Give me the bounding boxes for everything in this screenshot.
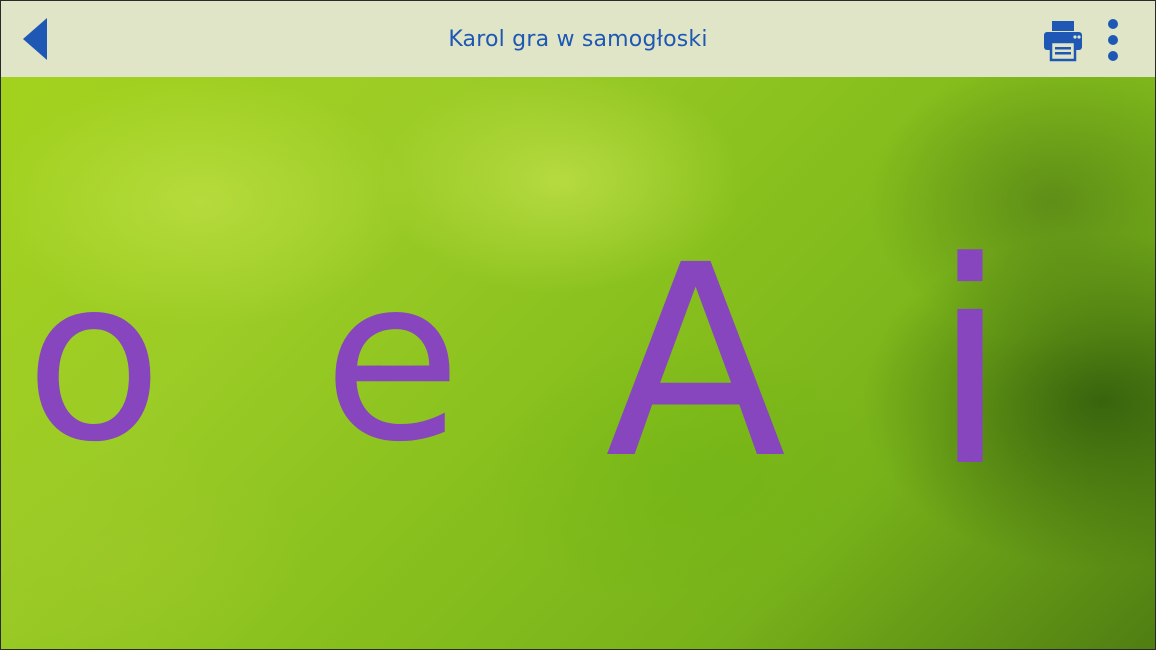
back-button[interactable] (15, 15, 55, 63)
letter-A[interactable]: A (605, 231, 786, 496)
page-title: Karol gra w samogłoski (448, 26, 708, 52)
more-options-button[interactable] (1097, 15, 1129, 65)
letter-o[interactable]: o (25, 249, 163, 474)
print-button[interactable] (1037, 15, 1089, 65)
back-arrow-icon (23, 18, 47, 60)
overflow-menu-icon (1108, 19, 1118, 61)
app-bar: Karol gra w samogłoski (1, 1, 1155, 77)
printer-icon (1044, 21, 1082, 62)
letter-e[interactable]: e (323, 249, 461, 474)
app-window: Karol gra w samogłoski o e A i (0, 0, 1156, 650)
letter-i[interactable]: i (931, 226, 1009, 506)
